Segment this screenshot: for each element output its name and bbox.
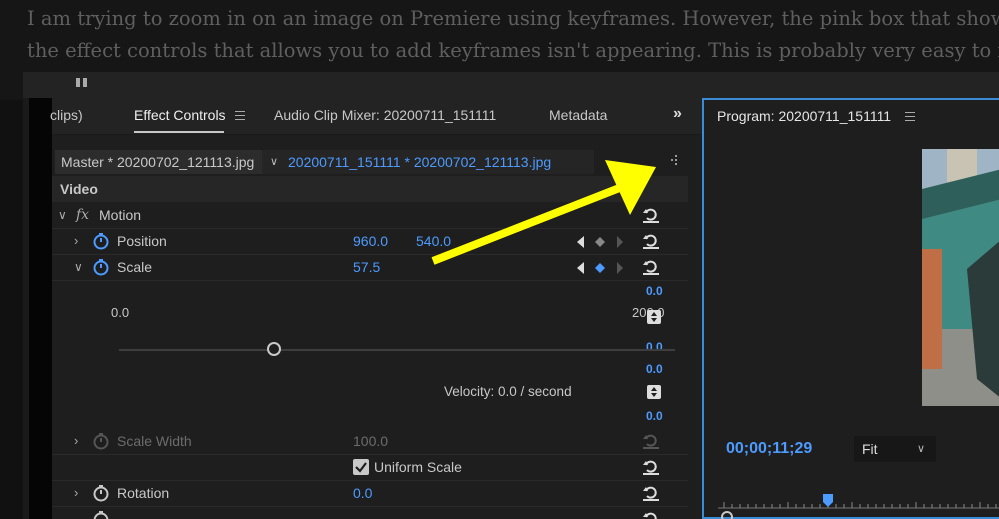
video-section-header: Video	[52, 176, 688, 202]
stopwatch-icon[interactable]	[92, 258, 110, 276]
tab-metadata[interactable]: Metadata	[549, 107, 607, 123]
panel-menu-icon[interactable]	[905, 112, 915, 121]
motion-effect-row[interactable]: ∨ fx Motion	[52, 202, 688, 229]
time-ruler[interactable]	[718, 494, 999, 519]
graph-value-4: 0.0	[646, 409, 663, 423]
tab-effect-controls-label: Effect Controls	[134, 107, 226, 123]
sequence-clip-selector[interactable]: ∨ 20200711_151111 * 20200702_121113.jpg	[262, 150, 594, 174]
question-line-1: I am trying to zoom in on an image on Pr…	[27, 7, 999, 30]
position-y-value[interactable]: 540.0	[416, 228, 451, 254]
panel-menu-icon[interactable]	[235, 111, 245, 120]
scale-slider-track[interactable]	[119, 349, 675, 351]
checkbox-icon[interactable]	[353, 459, 369, 475]
active-tab-underline	[134, 131, 224, 133]
position-property-row: › Position 960.0 540.0	[52, 228, 688, 255]
video-label: Video	[60, 181, 98, 197]
tab-effect-controls[interactable]: Effect Controls	[134, 107, 226, 133]
stopwatch-icon[interactable]	[92, 510, 110, 519]
effect-properties: Video ∨ fx Motion › Position 960.0 540.0	[52, 176, 692, 519]
question-line-2: the effect controls that allows you to a…	[27, 39, 999, 62]
rotation-value[interactable]: 0.0	[353, 480, 372, 506]
keyframe-navigator[interactable]	[577, 262, 623, 274]
chevron-down-icon[interactable]: ∨	[58, 202, 67, 228]
scale-width-label: Scale Width	[117, 433, 192, 449]
stopwatch-icon	[93, 433, 109, 450]
motion-label: Motion	[99, 207, 142, 223]
chevron-right-icon[interactable]: ›	[74, 428, 78, 454]
rotation-label: Rotation	[117, 485, 170, 501]
show-timeline-view-icon[interactable]	[668, 154, 680, 168]
chevron-right-icon[interactable]: ›	[74, 228, 78, 254]
reset-icon	[643, 434, 659, 449]
panel-tabs: clips) Effect Controls Audio Clip Mixer:…	[50, 98, 702, 135]
reset-icon[interactable]	[642, 459, 660, 475]
slider-min-label: 0.0	[111, 305, 130, 320]
graph-fit-icon[interactable]	[647, 310, 661, 324]
fx-icon[interactable]: fx	[76, 202, 89, 228]
uniform-scale-row: Uniform Scale	[52, 454, 688, 481]
reset-icon[interactable]	[642, 485, 660, 501]
scale-value[interactable]: 57.5	[353, 254, 380, 280]
stopwatch-icon[interactable]	[92, 484, 110, 502]
stopwatch-icon[interactable]	[92, 232, 110, 250]
scale-width-row: › Scale Width 100.0	[52, 428, 688, 455]
chevron-down-icon: ∨	[917, 443, 926, 455]
tab-audio-clip-mixer[interactable]: Audio Clip Mixer: 20200711_151111	[274, 107, 496, 123]
chevron-right-icon[interactable]: ›	[74, 480, 78, 506]
chevron-down-icon[interactable]: ∨	[74, 254, 83, 280]
reset-icon[interactable]	[642, 233, 660, 249]
reset-icon[interactable]	[642, 259, 660, 275]
position-label: Position	[117, 233, 167, 249]
graph-value-top: 0.0	[646, 284, 663, 298]
program-video-frame	[922, 149, 999, 406]
scale-label: Scale	[117, 259, 153, 275]
drag-grip-icon[interactable]	[76, 72, 90, 87]
tab-clips[interactable]: clips)	[50, 107, 83, 123]
zoom-level-dropdown[interactable]: Fit ∨	[854, 436, 936, 462]
graph-value-3: 0.0	[646, 362, 663, 376]
reset-icon[interactable]	[642, 511, 660, 519]
source-clip-bar: Master * 20200702_121113.jpg ∨ 20200711_…	[52, 148, 702, 176]
zoom-level-value: Fit	[862, 441, 878, 457]
overflow-chevron-icon[interactable]: »	[673, 105, 682, 123]
scale-property-row: ∨ Scale 57.5	[52, 254, 688, 281]
program-monitor-panel: Program: 20200711_151111 00;00;11;29 Fit…	[702, 98, 999, 519]
rotation-property-row: › Rotation 0.0	[52, 480, 688, 507]
effect-controls-panel: clips) Effect Controls Audio Clip Mixer:…	[50, 98, 716, 519]
uniform-scale-label: Uniform Scale	[374, 459, 462, 475]
premiere-workspace: clips) Effect Controls Audio Clip Mixer:…	[23, 72, 999, 519]
project-panel-edge	[23, 98, 52, 519]
scale-slider-handle[interactable]	[267, 342, 281, 356]
keyframe-navigator[interactable]	[577, 236, 623, 248]
program-monitor-title[interactable]: Program: 20200711_151111	[717, 108, 891, 124]
chevron-down-icon: ∨	[270, 156, 279, 168]
program-timecode[interactable]: 00;00;11;29	[726, 440, 812, 458]
graph-fit-icon[interactable]	[647, 385, 661, 399]
sequence-clip-name: 20200711_151111 * 20200702_121113.jpg	[288, 154, 552, 170]
velocity-readout: Velocity: 0.0 / second	[444, 384, 572, 399]
reset-icon[interactable]	[642, 207, 660, 223]
workspace-topbar	[23, 72, 999, 98]
position-x-value[interactable]: 960.0	[353, 228, 388, 254]
scale-width-value: 100.0	[353, 433, 389, 449]
graph-value-2: 0.0	[646, 340, 663, 354]
master-clip-label[interactable]: Master * 20200702_121113.jpg	[55, 150, 262, 174]
anchor-point-row-partial	[52, 506, 688, 519]
